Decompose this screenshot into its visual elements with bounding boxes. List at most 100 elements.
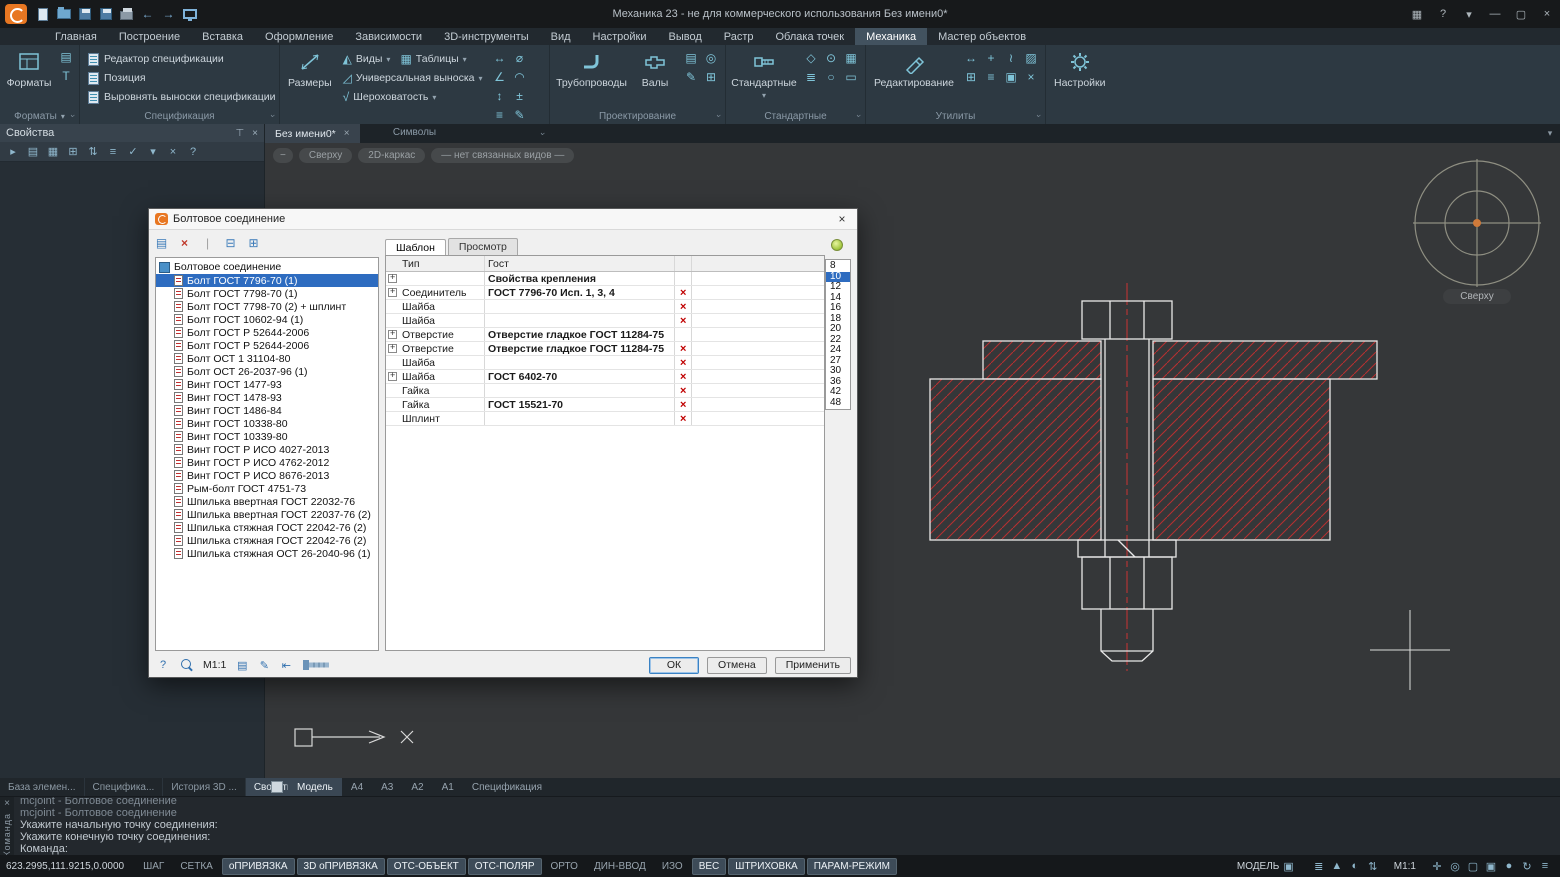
- diameter-option[interactable]: 30: [826, 366, 850, 377]
- categories-icon[interactable]: ▦: [44, 144, 62, 160]
- tolerance-icon[interactable]: ±: [511, 87, 529, 104]
- panel-tab[interactable]: База элемен...: [0, 778, 85, 796]
- pipelines-button[interactable]: Трубопроводы: [554, 48, 629, 91]
- group-label-utilities[interactable]: Утилиты⌄: [866, 109, 1045, 124]
- menu-tab[interactable]: Построение: [108, 28, 191, 45]
- table-row[interactable]: Шплинт ×: [386, 412, 824, 426]
- annotation-scale-icon[interactable]: ▲: [1328, 860, 1346, 873]
- layout-tab[interactable]: А3: [372, 778, 402, 796]
- tree-item[interactable]: Болт ГОСТ 7798-70 (2) + шплинт: [156, 300, 378, 313]
- chevron-down-icon[interactable]: ▾: [1456, 0, 1482, 28]
- menu-tab[interactable]: Вид: [540, 28, 582, 45]
- apply-icon[interactable]: ✓: [124, 144, 142, 160]
- delete-row-icon[interactable]: ×: [680, 358, 686, 368]
- sort-icon[interactable]: ⇅: [84, 144, 102, 160]
- table-row[interactable]: Шайба ×: [386, 300, 824, 314]
- editing-button[interactable]: Редактирование: [870, 48, 958, 91]
- status-toggle[interactable]: ШТРИХОВКА: [728, 858, 804, 875]
- panel-tab[interactable]: История 3D ...: [163, 778, 245, 796]
- rename-template-icon[interactable]: ⊟: [222, 234, 239, 251]
- settings-button[interactable]: Настройки: [1050, 48, 1110, 91]
- match-icon[interactable]: ▣: [1002, 68, 1020, 85]
- table-row[interactable]: Отверстие Отверстие гладкое ГОСТ 11284-7…: [386, 342, 824, 356]
- universal-leader-button[interactable]: ◿Универсальная выноска▾: [339, 69, 487, 87]
- diameter-option[interactable]: 48: [826, 398, 850, 409]
- panel-help-icon[interactable]: ?: [184, 144, 202, 160]
- tree-item[interactable]: Винт ГОСТ Р ИСО 4762-2012: [156, 456, 378, 469]
- tree-item[interactable]: Винт ГОСТ 10338-80: [156, 417, 378, 430]
- tree-item[interactable]: Винт ГОСТ 1478-93: [156, 391, 378, 404]
- diameter-option[interactable]: 42: [826, 387, 850, 398]
- status-toggle[interactable]: ОТС-ПОЛЯР: [468, 858, 542, 875]
- tree-item[interactable]: Шпилька стяжная ГОСТ 22042-76 (2): [156, 521, 378, 534]
- edit-template-icon[interactable]: ✎: [256, 657, 272, 673]
- close-button[interactable]: ×: [1534, 0, 1560, 28]
- dialog-launcher-icon[interactable]: ⌄: [714, 109, 722, 120]
- status-toggle[interactable]: ШАГ: [136, 858, 171, 875]
- sketch-icon[interactable]: ✎: [682, 68, 700, 85]
- menu-tab[interactable]: Главная: [44, 28, 108, 45]
- text-note-icon[interactable]: ✎: [511, 106, 529, 123]
- tables-button[interactable]: ▦Таблицы▾: [396, 50, 470, 68]
- insert-point-icon[interactable]: ⇤: [278, 657, 294, 673]
- delete-row-icon[interactable]: ×: [680, 414, 686, 424]
- layout-sheet-icon[interactable]: [271, 781, 283, 793]
- table-row[interactable]: Гайка ×: [386, 384, 824, 398]
- group-label-symbols[interactable]: Символы⌄: [280, 127, 549, 138]
- vertical-dim-icon[interactable]: ↕: [491, 87, 509, 104]
- layer-icon[interactable]: ⇅: [1364, 860, 1382, 873]
- compass-view-label[interactable]: Сверху: [1443, 289, 1511, 304]
- tree-item[interactable]: Шпилька ввертная ГОСТ 22037-76 (2): [156, 508, 378, 521]
- status-toggle[interactable]: ВЕС: [692, 858, 727, 875]
- model-space-indicator[interactable]: МОДЕЛЬ ▣: [1237, 860, 1294, 873]
- diameter-dim-icon[interactable]: ⌀: [511, 49, 529, 66]
- tree-item[interactable]: Болт ГОСТ Р 52644-2006: [156, 326, 378, 339]
- layout-tab[interactable]: Модель: [288, 778, 342, 796]
- viewport-control-button[interactable]: — нет связанных видов —: [431, 148, 574, 163]
- select-icon[interactable]: ▸: [4, 144, 22, 160]
- diameter-option[interactable]: 20: [826, 324, 850, 335]
- save-all-icon[interactable]: [96, 5, 115, 24]
- maximize-button[interactable]: ▢: [1508, 0, 1534, 28]
- align-leaders-button[interactable]: Выровнять выноски спецификации: [84, 88, 279, 106]
- help-icon[interactable]: ?: [155, 657, 171, 673]
- viewport-control-button[interactable]: 2D-каркас: [358, 148, 425, 163]
- tree-item[interactable]: Винт ГОСТ 1486-84: [156, 404, 378, 417]
- axes-icon[interactable]: +: [982, 49, 1000, 66]
- array-icon[interactable]: ▦: [842, 49, 860, 66]
- diameter-option[interactable]: 16: [826, 303, 850, 314]
- panel-tab[interactable]: Специфика...: [85, 778, 164, 796]
- dialog-scale-label[interactable]: М1:1: [203, 659, 226, 671]
- save-icon[interactable]: [75, 5, 94, 24]
- table-row[interactable]: Шайба ×: [386, 314, 824, 328]
- group-label-standard[interactable]: Стандартные⌄: [726, 109, 865, 124]
- redo-icon[interactable]: →: [159, 5, 178, 24]
- table-row[interactable]: Гайка ГОСТ 15521-70 ×: [386, 398, 824, 412]
- table-row[interactable]: Отверстие Отверстие гладкое ГОСТ 11284-7…: [386, 328, 824, 342]
- copy-params-icon[interactable]: ▤: [234, 657, 250, 673]
- table-row[interactable]: Свойства крепления ×: [386, 272, 824, 286]
- undo-icon[interactable]: ←: [138, 5, 157, 24]
- angle-dim-icon[interactable]: ∠: [491, 68, 509, 85]
- mechanism-icon[interactable]: ⊞: [702, 68, 720, 85]
- expand-icon[interactable]: [388, 274, 397, 283]
- layout-tab[interactable]: А1: [433, 778, 463, 796]
- expand-icon[interactable]: [388, 330, 397, 339]
- format-table-icon[interactable]: ▤: [57, 48, 75, 65]
- dialog-tab[interactable]: Просмотр: [448, 238, 518, 255]
- new-file-icon[interactable]: [33, 5, 52, 24]
- quick-select-icon[interactable]: ▤: [24, 144, 42, 160]
- ok-button[interactable]: ОК: [649, 657, 699, 674]
- diameter-option[interactable]: 8: [826, 261, 850, 272]
- tree-root-item[interactable]: Болтовое соединение: [156, 260, 378, 274]
- plot-icon[interactable]: [117, 5, 136, 24]
- status-toggle[interactable]: ДИН-ВВОД: [587, 858, 653, 875]
- dimensions-button[interactable]: Размеры: [284, 48, 336, 91]
- add-filter-icon[interactable]: ⊞: [64, 144, 82, 160]
- measure-icon[interactable]: ↔: [962, 49, 980, 66]
- group-label-specification[interactable]: Спецификация⌄: [80, 109, 279, 124]
- scale-indicator[interactable]: М1:1: [1394, 861, 1416, 872]
- shafts-button[interactable]: Валы: [632, 48, 678, 91]
- layout-tab[interactable]: А2: [402, 778, 432, 796]
- delete-row-icon[interactable]: ×: [680, 372, 686, 382]
